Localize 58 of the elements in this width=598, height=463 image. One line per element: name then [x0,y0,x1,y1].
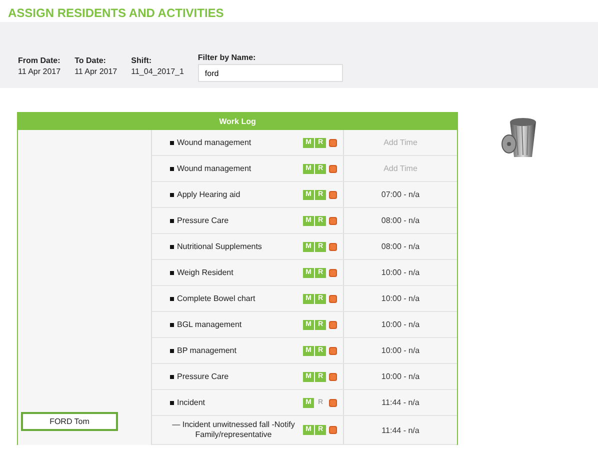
remove-button[interactable] [329,242,337,250]
time-range: 07:00 - n/a [381,190,420,199]
remove-button[interactable] [329,190,337,198]
field-label: Shift: [131,56,153,65]
remove-button[interactable] [329,294,337,302]
remove-button[interactable] [329,426,337,434]
task-name: Wound management [177,138,252,147]
field-label: To Date: [74,56,107,65]
remove-button[interactable] [329,320,337,328]
time-range: 08:00 - n/a [381,216,420,225]
task-name: Wound management [177,164,252,173]
field-value: 11 Apr 2017 [74,67,118,76]
bullet-icon [170,192,174,196]
time-range: 10:00 - n/a [381,346,420,355]
task-name: Nutritional Supplements [177,242,263,251]
field-label: Filter by Name: [198,53,257,62]
task-name: Incident [177,398,206,407]
resident-button[interactable]: FORD Tom [21,412,118,431]
time-range: 11:44 - n/a [382,398,420,407]
field-label: From Date: [18,56,61,65]
bullet-icon [170,270,174,274]
bullet-icon [170,322,174,326]
filter-name-field[interactable]: ford [198,64,343,82]
remove-button[interactable] [329,346,337,354]
bullet-icon [170,296,174,300]
remove-button[interactable] [329,398,337,406]
task-name: Apply Hearing aid [177,190,242,199]
task-name: Pressure Care [177,372,230,381]
task-name: — Incident unwitnessed fall -Notify Family/representative [171,419,296,441]
task-name: Weigh Resident [177,268,234,277]
add-time-link[interactable]: Add Time [384,164,418,173]
time-range: 11:44 - n/a [382,426,420,434]
page-title: ASSIGN RESIDENTS AND ACTIVITIES [7,5,225,22]
bullet-icon [170,140,174,144]
remove-button[interactable] [329,268,337,276]
time-range: 10:00 - n/a [381,320,420,329]
bullet-icon [170,166,174,170]
time-range: 10:00 - n/a [381,294,420,303]
field-value: 11_04_2017_1 [131,67,184,76]
remove-button[interactable] [329,216,337,224]
task-name: BGL management [177,320,243,329]
task-name: BP management [177,346,238,355]
work-log-header: Work Log [18,113,457,130]
bullet-icon [170,218,174,222]
bullet-icon [170,244,174,248]
remove-button[interactable] [329,372,337,380]
bullet-icon [170,400,174,404]
remove-button[interactable] [329,164,337,172]
time-range: 10:00 - n/a [381,268,420,277]
time-range: 10:00 - n/a [381,372,420,381]
time-range: 08:00 - n/a [381,242,420,251]
field-value: 11 Apr 2017 [18,67,61,76]
remove-button[interactable] [329,138,337,146]
bullet-icon [170,348,174,352]
task-name: Pressure Care [177,216,230,225]
add-time-link[interactable]: Add Time [384,138,418,147]
bullet-icon [170,374,174,378]
task-name: Complete Bowel chart [177,294,256,303]
